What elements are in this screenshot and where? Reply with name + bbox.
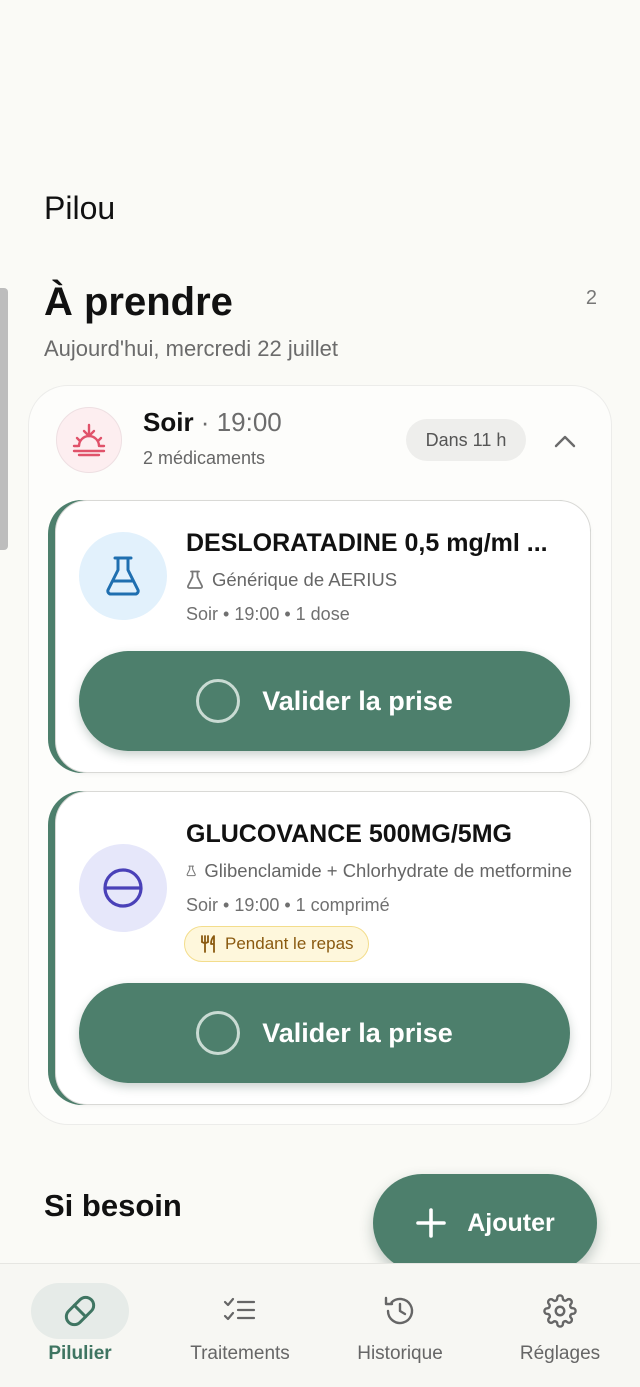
gear-icon [511,1283,609,1339]
slot-subtitle: 2 médicaments [143,448,266,468]
medication-card: GLUCOVANCE 500MG/5MG Glibenclamide + Chl… [48,791,591,1105]
nav-item-pilulier[interactable]: Pilulier [0,1264,160,1387]
nav-item-traitements[interactable]: Traitements [160,1264,320,1387]
unchecked-circle-icon [196,679,241,723]
section-count: 2 [585,287,597,309]
flask-icon [79,532,167,620]
add-button-label: Ajouter [467,1208,555,1237]
meal-badge-label: Pendant le repas [225,934,354,953]
medication-generic-text: Glibenclamide + Chlorhydrate de metformi… [204,860,572,881]
medication-card-body: DESLORATADINE 0,5 mg/ml ... Générique de… [55,500,591,773]
medication-generic: Générique de AERIUS [186,569,572,591]
flask-small-icon [186,865,196,877]
chevron-up-icon[interactable] [551,427,579,455]
medication-schedule: Soir • 19:00 • 1 dose [186,604,350,624]
app-name: Pilou [44,190,116,226]
slot-title: Soir · 19:00 [143,407,282,438]
section-title: À prendre [44,280,233,324]
history-icon [351,1283,449,1339]
as-needed-title: Si besoin [44,1188,182,1223]
flask-small-icon [187,570,203,589]
medication-card: DESLORATADINE 0,5 mg/ml ... Générique de… [48,500,591,773]
section-date: Aujourd'hui, mercredi 22 juillet [44,336,339,361]
pill-icon [31,1283,129,1339]
medication-schedule: Soir • 19:00 • 1 comprimé [186,895,390,915]
medication-card-body: GLUCOVANCE 500MG/5MG Glibenclamide + Chl… [55,791,591,1105]
medication-name: GLUCOVANCE 500MG/5MG [186,820,512,848]
nav-item-reglages[interactable]: Réglages [480,1264,640,1387]
validate-dose-button[interactable]: Valider la prise [79,983,570,1083]
sunset-icon [56,407,122,473]
validate-dose-label: Valider la prise [262,685,453,716]
bottom-navigation: Pilulier Traitements Historique Réglages [0,1263,640,1387]
checklist-icon [191,1283,289,1339]
medication-generic: Glibenclamide + Chlorhydrate de metformi… [186,860,572,882]
nav-label: Réglages [519,1343,601,1364]
nav-item-historique[interactable]: Historique [320,1264,480,1387]
plus-icon [416,1208,447,1238]
slot-time: 19:00 [216,407,282,437]
medication-generic-text: Générique de AERIUS [212,569,398,590]
slot-name: Soir [143,407,194,437]
nav-label: Historique [357,1343,443,1364]
cutlery-icon [201,935,215,953]
scroll-indicator[interactable] [0,288,8,550]
add-button[interactable]: Ajouter [373,1174,597,1272]
slot-separator: · [193,407,217,437]
due-badge: Dans 11 h [406,419,526,461]
unchecked-circle-icon [196,1011,241,1055]
nav-label: Pilulier [48,1343,112,1364]
pill-minus-icon [79,844,167,932]
validate-dose-button[interactable]: Valider la prise [79,651,570,751]
validate-dose-label: Valider la prise [262,1017,453,1048]
medication-name: DESLORATADINE 0,5 mg/ml ... [186,529,548,557]
nav-label: Traitements [190,1343,290,1364]
meal-badge: Pendant le repas [184,926,369,962]
